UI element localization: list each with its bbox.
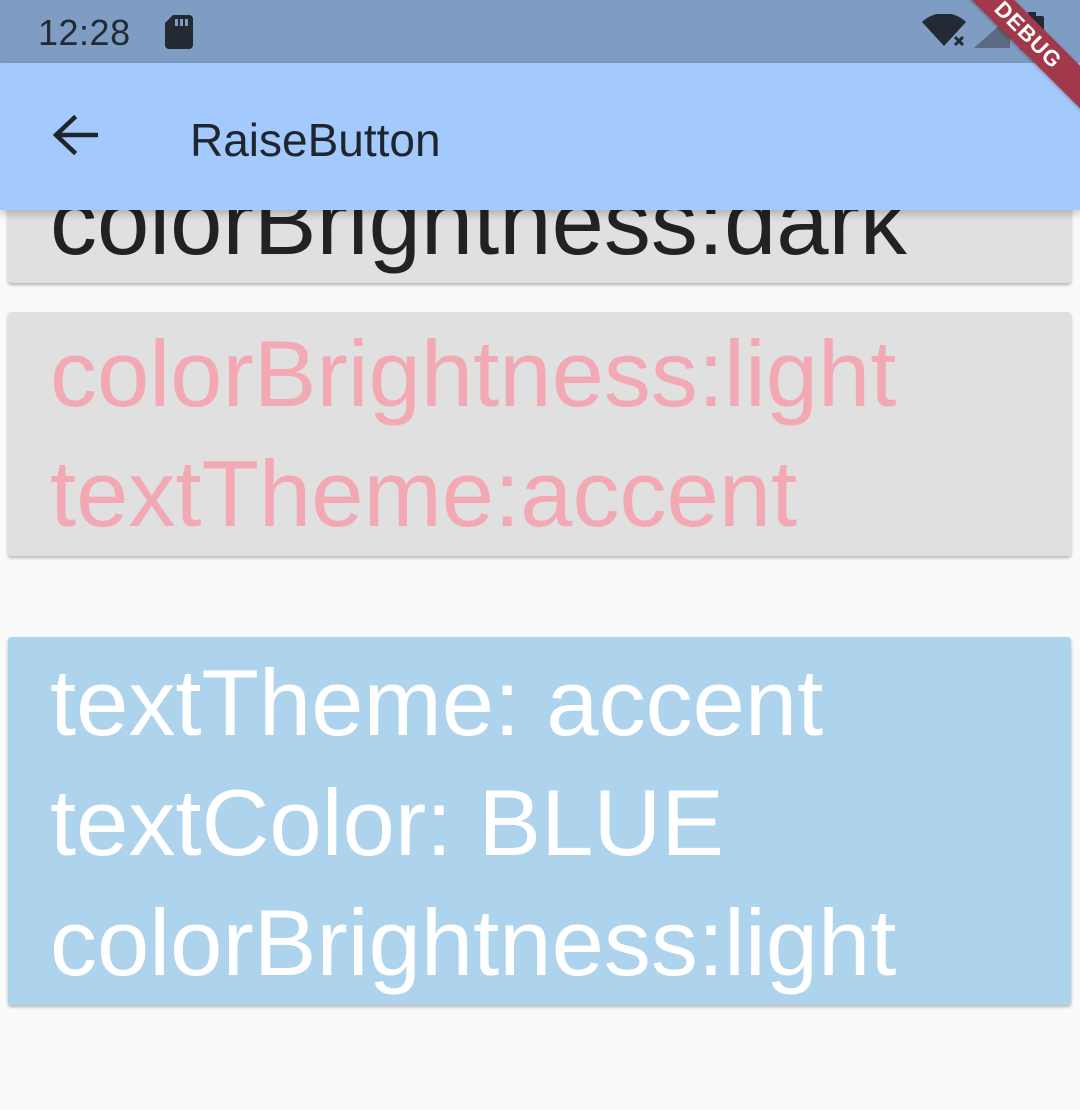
button-label: textTheme: accent textColor: BLUE colorB…	[50, 650, 897, 995]
raised-button-light-accent[interactable]: colorBrightness:light textTheme:accent	[8, 312, 1071, 556]
status-time: 12:28	[38, 12, 131, 53]
raised-button-blue[interactable]: textTheme: accent textColor: BLUE colorB…	[8, 637, 1071, 1005]
sd-card-icon	[165, 15, 193, 49]
app-bar: RaiseButton	[0, 63, 1080, 210]
back-button[interactable]	[42, 102, 108, 168]
page-title: RaiseButton	[190, 114, 441, 166]
button-label: colorBrightness:light textTheme:accent	[50, 321, 897, 546]
status-bar: 12:28	[0, 0, 1080, 63]
wifi-off-icon	[922, 14, 966, 48]
arrow-back-icon	[52, 115, 98, 155]
